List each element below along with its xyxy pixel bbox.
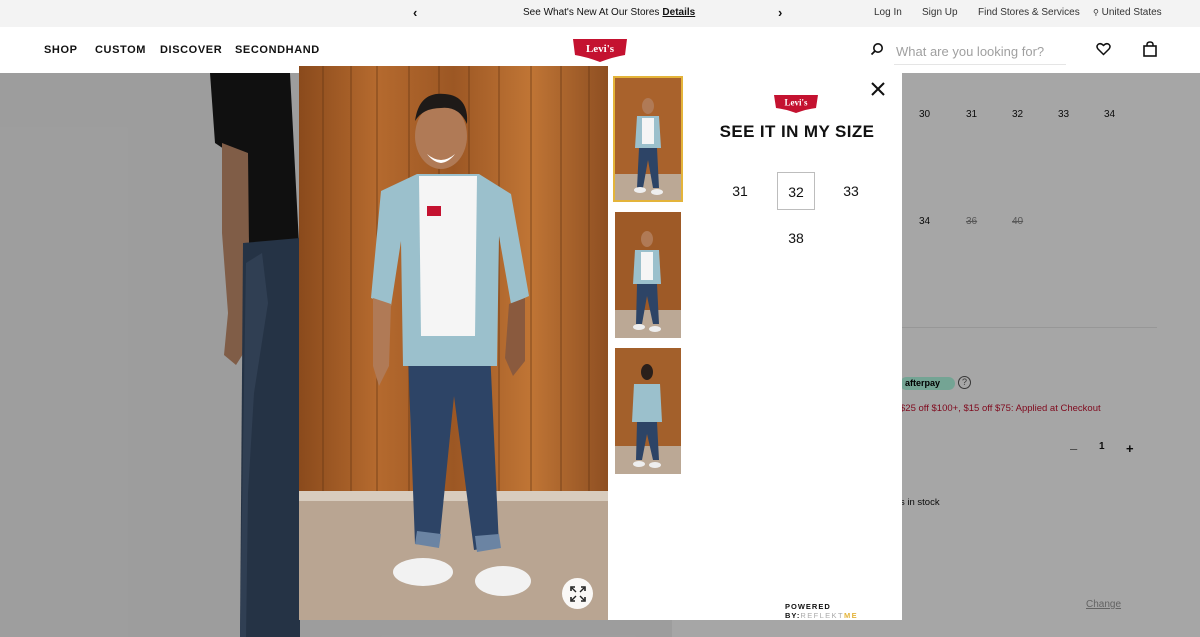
announcement-message: See What's New At Our Stores Details — [523, 7, 695, 18]
expand-icon — [569, 585, 586, 602]
svg-text:Levi's: Levi's — [784, 98, 807, 108]
region-selector[interactable]: ⚲ United States — [1093, 7, 1162, 18]
thumbnail-front-1[interactable] — [613, 76, 683, 202]
search-input[interactable] — [894, 39, 1066, 65]
signup-link[interactable]: Sign Up — [922, 7, 958, 18]
nav-secondhand[interactable]: SECONDHAND — [235, 44, 320, 56]
nav-shop[interactable]: SHOP — [44, 44, 78, 56]
modal-title: SEE IT IN MY SIZE — [719, 122, 875, 141]
svg-text:Levi's: Levi's — [586, 43, 615, 55]
announcement-text: See What's New At Our Stores — [523, 7, 660, 18]
announcement-bar: ‹ See What's New At Our Stores Details › … — [0, 0, 1200, 27]
close-modal-button[interactable] — [869, 80, 887, 98]
wishlist-heart-icon[interactable] — [1096, 42, 1111, 61]
see-it-in-my-size-modal: Levi's SEE IT IN MY SIZE 31 32 33 38 POW… — [299, 66, 902, 620]
powered-by-label: POWERED BY:REFLEKTME — [785, 602, 902, 620]
nav-custom[interactable]: CUSTOM — [95, 44, 146, 56]
levis-batwing-logo-icon: Levi's — [774, 95, 818, 113]
close-icon — [871, 82, 885, 96]
announcement-prev-arrow-icon[interactable]: ‹ — [413, 5, 417, 20]
size-option-32-selected[interactable]: 32 — [777, 172, 815, 210]
login-link[interactable]: Log In — [874, 7, 902, 18]
region-label: United States — [1101, 7, 1162, 18]
modal-levis-logo: Levi's — [773, 94, 819, 119]
nav-discover[interactable]: DISCOVER — [160, 44, 222, 56]
announcement-details-link[interactable]: Details — [662, 7, 695, 18]
model-main-photo — [299, 66, 608, 620]
search-icon[interactable] — [870, 42, 884, 61]
find-stores-link[interactable]: Find Stores & Services — [978, 7, 1080, 18]
shopping-bag-icon[interactable] — [1142, 41, 1158, 62]
location-pin-icon: ⚲ — [1093, 8, 1099, 17]
levis-batwing-logo-icon: Levi's — [573, 39, 627, 62]
size-option-38[interactable]: 38 — [777, 219, 815, 257]
size-option-33[interactable]: 33 — [832, 172, 870, 210]
thumbnail-back[interactable] — [615, 348, 681, 474]
thumbnail-front-2[interactable] — [615, 212, 681, 338]
reflektme-brand: REFLEKTME — [800, 611, 858, 620]
size-option-31[interactable]: 31 — [721, 172, 759, 210]
expand-photo-button[interactable] — [562, 578, 593, 609]
announcement-next-arrow-icon[interactable]: › — [778, 5, 782, 20]
levis-logo[interactable]: Levi's — [571, 37, 629, 68]
